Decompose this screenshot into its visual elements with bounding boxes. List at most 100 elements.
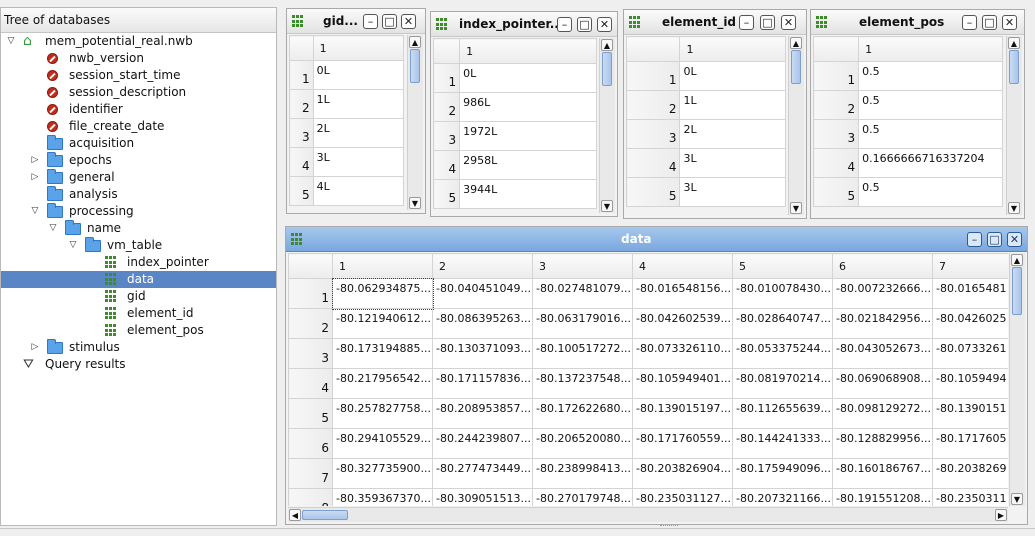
- scroll-up-arrow-icon[interactable]: ▲: [1008, 37, 1020, 49]
- row-header[interactable]: 2: [289, 89, 314, 119]
- table-cell[interactable]: -80.098129272...: [832, 398, 933, 429]
- table-cell[interactable]: -80.277473449...: [432, 458, 533, 489]
- scroll-up-arrow-icon[interactable]: ▲: [409, 36, 421, 48]
- gid-window-titlebar[interactable]: gid... – □ ✕: [287, 9, 425, 34]
- table-cell[interactable]: 3L: [679, 148, 786, 178]
- column-header[interactable]: 5: [732, 253, 833, 279]
- table-row[interactable]: 1 0L: [432, 63, 597, 93]
- row-header[interactable]: 8: [288, 488, 333, 506]
- table-cell[interactable]: -80.171760559...: [632, 428, 733, 459]
- table-row[interactable]: 3 2L: [625, 119, 786, 149]
- row-header[interactable]: 1: [288, 278, 333, 309]
- table-cell[interactable]: 0.5: [858, 61, 1003, 91]
- row-header[interactable]: 4: [432, 150, 461, 180]
- table-cell[interactable]: 3L: [679, 177, 786, 207]
- table-cell[interactable]: 0.5: [858, 119, 1003, 149]
- table-cell[interactable]: -80.173194885...: [332, 338, 433, 369]
- table-cell[interactable]: -80.144241333...: [732, 428, 833, 459]
- row-header[interactable]: 1: [625, 61, 681, 91]
- row-header[interactable]: 2: [812, 90, 860, 120]
- table-row[interactable]: 5 3944L: [432, 179, 597, 209]
- table-row[interactable]: 2 986L: [432, 92, 597, 122]
- table-cell[interactable]: -80.0733261: [932, 338, 1008, 369]
- table-corner[interactable]: [432, 38, 461, 64]
- table-row[interactable]: 3 2L: [289, 118, 405, 148]
- table-cell[interactable]: -80.128829956...: [832, 428, 933, 459]
- tree-item-session-start-time[interactable]: session_start_time: [1, 67, 276, 84]
- element-pos-window-titlebar[interactable]: element_pos – □ ✕: [811, 10, 1024, 35]
- table-cell[interactable]: -80.043052673...: [832, 338, 933, 369]
- table-cell[interactable]: -80.016548156...: [632, 278, 733, 309]
- element-id-table[interactable]: 1 1 0L 2 1L 3 2L 4 3L 5 3L: [625, 36, 786, 207]
- scroll-down-arrow-icon[interactable]: ▼: [1011, 493, 1023, 505]
- table-cell[interactable]: -80.257827758...: [332, 398, 433, 429]
- scrollbar-thumb[interactable]: [410, 49, 420, 83]
- row-header[interactable]: 2: [288, 308, 333, 339]
- table-cell[interactable]: -80.244239807...: [432, 428, 533, 459]
- table-cell[interactable]: -80.2038269: [932, 458, 1008, 489]
- table-cell[interactable]: -80.028640747...: [732, 308, 833, 339]
- data-table[interactable]: 1 2 3 4 5 6 7 1 -80.062934875... -80.040451049...…: [288, 253, 1008, 506]
- column-header[interactable]: 2: [432, 253, 533, 279]
- element-pos-table[interactable]: 1 1 0.5 2 0.5 3 0.5 4 0.1666666716337204 5 0.5: [812, 36, 1003, 207]
- column-header[interactable]: 3: [532, 253, 633, 279]
- horizontal-scrollbar[interactable]: ◀ ▶: [288, 507, 1008, 522]
- table-cell[interactable]: -80.160186767...: [832, 458, 933, 489]
- row-header[interactable]: 5: [288, 398, 333, 429]
- row-header[interactable]: 5: [289, 176, 314, 206]
- scroll-left-arrow-icon[interactable]: ◀: [289, 509, 301, 521]
- table-row[interactable]: 1 0L: [625, 61, 786, 91]
- scroll-right-arrow-icon[interactable]: ▶: [995, 509, 1007, 521]
- expand-arrow-icon[interactable]: ▷: [29, 169, 41, 186]
- table-row[interactable]: 5 -80.257827758... -80.208953857... -80.172…: [288, 398, 1008, 429]
- table-row[interactable]: 2 1L: [625, 90, 786, 120]
- table-row[interactable]: 2 0.5: [812, 90, 1003, 120]
- row-header[interactable]: 3: [288, 338, 333, 369]
- row-header[interactable]: 1: [289, 60, 314, 90]
- scroll-up-arrow-icon[interactable]: ▲: [790, 37, 802, 49]
- tree-item-session-description[interactable]: session_description: [1, 84, 276, 101]
- element-id-window[interactable]: element_id – □ ✕ 1 1 0L 2 1L 3 2L 4 3L 5 3L ▲ ▼: [623, 9, 807, 219]
- table-row[interactable]: 4 3L: [625, 148, 786, 178]
- index-pointer-window-titlebar[interactable]: index_pointer... – □ ✕: [431, 12, 617, 37]
- table-row[interactable]: 3 0.5: [812, 119, 1003, 149]
- tree-item-acquisition[interactable]: acquisition: [1, 135, 276, 152]
- scrollbar-thumb[interactable]: [1012, 267, 1022, 315]
- table-cell[interactable]: -80.139015197...: [632, 398, 733, 429]
- table-cell[interactable]: 2L: [312, 118, 405, 148]
- table-cell[interactable]: 0.1666666716337204: [858, 148, 1003, 178]
- table-row[interactable]: 2 -80.121940612... -80.086395263... -80.063…: [288, 308, 1008, 339]
- table-cell[interactable]: -80.172622680...: [532, 398, 633, 429]
- table-cell[interactable]: -80.171157836...: [432, 368, 533, 399]
- close-button[interactable]: ✕: [597, 17, 612, 32]
- column-header[interactable]: 1: [679, 36, 786, 62]
- scrollbar-thumb[interactable]: [302, 510, 348, 520]
- table-cell[interactable]: 2958L: [459, 150, 597, 180]
- table-cell[interactable]: -80.086395263...: [432, 308, 533, 339]
- column-header[interactable]: 4: [632, 253, 733, 279]
- row-header[interactable]: 5: [812, 177, 860, 207]
- table-cell[interactable]: 3944L: [459, 179, 597, 209]
- table-cell[interactable]: -80.1390151: [932, 398, 1008, 429]
- table-cell[interactable]: -80.053375244...: [732, 338, 833, 369]
- tree-item-query-results[interactable]: ⛛ Query results: [1, 356, 276, 373]
- table-cell[interactable]: -80.105949401...: [632, 368, 733, 399]
- scroll-up-arrow-icon[interactable]: ▲: [1011, 254, 1023, 266]
- table-cell[interactable]: -80.027481079...: [532, 278, 633, 309]
- row-header[interactable]: 7: [288, 458, 333, 489]
- tree-item-element-pos[interactable]: element_pos: [1, 322, 276, 339]
- table-row[interactable]: 8-80.359367370...-80.309051513...-80.270…: [288, 488, 1008, 506]
- row-header[interactable]: 2: [625, 90, 681, 120]
- table-row[interactable]: 3 1972L: [432, 121, 597, 151]
- row-header[interactable]: 5: [432, 179, 461, 209]
- table-cell[interactable]: -80.270179748...: [532, 488, 633, 506]
- table-row[interactable]: 1 0.5: [812, 61, 1003, 91]
- table-cell[interactable]: -80.175949096...: [732, 458, 833, 489]
- vertical-scrollbar[interactable]: ▲ ▼: [788, 36, 804, 215]
- table-row[interactable]: 1 -80.062934875... -80.040451049... -80.027…: [288, 277, 1008, 310]
- table-cell[interactable]: 0.5: [858, 177, 1003, 207]
- table-row[interactable]: 5 4L: [289, 176, 405, 206]
- table-cell[interactable]: -80.207321166...: [732, 488, 833, 506]
- data-window[interactable]: data – □ ✕ 1 2 3 4 5 6 7 1 -80.062934875... -80.0…: [285, 226, 1028, 525]
- table-cell[interactable]: 1L: [679, 90, 786, 120]
